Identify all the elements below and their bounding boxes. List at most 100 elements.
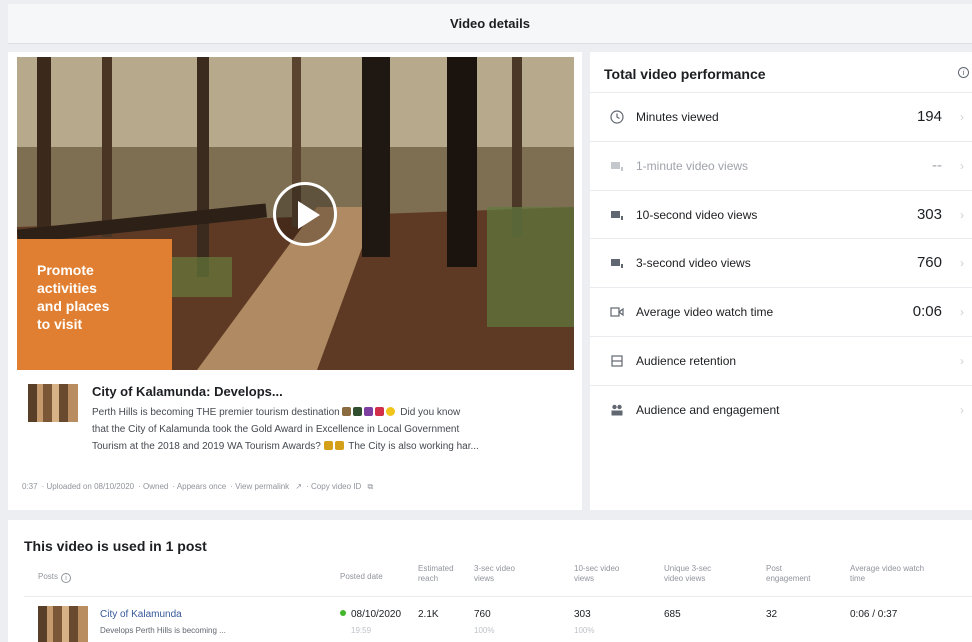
post-excerpt: Develops Perth Hills is becoming ... bbox=[100, 626, 226, 635]
ten-sec-views-pct: 100% bbox=[574, 626, 595, 635]
video-card: Promote activities and places to visit C… bbox=[8, 52, 582, 510]
col-estimated-reach[interactable]: Estimated reach bbox=[418, 564, 454, 584]
external-link-icon: ↗ bbox=[295, 482, 303, 491]
col-average-watch-time[interactable]: Average video watch time bbox=[850, 564, 924, 584]
promo-text-line: to visit bbox=[37, 316, 83, 332]
promo-overlay: Promote activities and places to visit bbox=[17, 239, 172, 370]
col-label: 3-sec video bbox=[474, 564, 515, 573]
video-player[interactable]: Promote activities and places to visit bbox=[17, 57, 574, 370]
chevron-right-icon: › bbox=[960, 110, 964, 124]
metric-10-second-views[interactable]: 10-second video views 303 › bbox=[590, 189, 972, 239]
people-icon bbox=[611, 404, 623, 416]
appears-count: Appears once bbox=[176, 482, 227, 491]
metric-label: 1-minute video views bbox=[636, 158, 749, 173]
col-label: Posts bbox=[38, 572, 59, 581]
metric-1-minute-views[interactable]: 1-minute video views -- › bbox=[590, 140, 972, 190]
page-title: Video details bbox=[450, 16, 530, 31]
metric-label: 3-second video views bbox=[636, 256, 751, 271]
col-label: Estimated bbox=[418, 564, 454, 573]
metric-audience-retention[interactable]: Audience retention › bbox=[590, 335, 972, 385]
metrics-list: Minutes viewed 194 › 1-minute video view… bbox=[590, 92, 972, 434]
published-status-dot bbox=[340, 610, 346, 616]
col-post-engagement[interactable]: Post engagement bbox=[766, 564, 810, 584]
post-engagement: 32 bbox=[766, 609, 778, 620]
metric-value: 303 bbox=[916, 205, 942, 223]
chevron-right-icon: › bbox=[960, 256, 964, 271]
emoji-icon bbox=[386, 407, 396, 416]
emoji-icon bbox=[353, 407, 363, 416]
play-icon bbox=[298, 201, 320, 229]
metric-label: Audience retention bbox=[636, 353, 737, 368]
desc-text: Perth Hills is becoming THE premier tour… bbox=[92, 407, 340, 418]
metric-value: 760 bbox=[916, 254, 942, 272]
video-duration: 0:37 bbox=[22, 482, 38, 491]
chevron-right-icon: › bbox=[960, 158, 964, 173]
emoji-icon bbox=[375, 407, 385, 416]
date-value: 08/10/2020 bbox=[351, 609, 402, 620]
copy-video-id-link[interactable]: Copy video ID bbox=[311, 482, 361, 491]
col-unique-3-sec-views[interactable]: Unique 3-sec video views bbox=[664, 564, 711, 584]
promo-text-line: and places bbox=[37, 298, 110, 314]
desc-text: Tourism at the 2018 and 2019 WA Tourism … bbox=[92, 441, 321, 452]
metric-3-second-views[interactable]: 3-second video views 760 › bbox=[590, 238, 972, 287]
clock-icon bbox=[610, 110, 624, 124]
col-10-sec-views[interactable]: 10-sec video views bbox=[574, 564, 619, 584]
col-label: reach bbox=[418, 574, 439, 583]
metric-minutes-viewed[interactable]: Minutes viewed 194 › bbox=[590, 92, 972, 141]
ownership: Owned bbox=[143, 482, 169, 491]
col-posts: Posts i bbox=[38, 572, 72, 583]
video-description: Perth Hills is becoming THE premier tour… bbox=[92, 404, 572, 455]
col-label: views bbox=[474, 574, 495, 583]
video-views-icon bbox=[611, 210, 623, 220]
col-label: Unique 3-sec bbox=[664, 564, 712, 573]
emoji-icon bbox=[342, 407, 352, 416]
post-thumbnail[interactable] bbox=[38, 606, 88, 642]
metric-value: 0:06 bbox=[912, 303, 942, 321]
metric-label: Audience and engagement bbox=[636, 402, 780, 417]
col-label: 10-sec video bbox=[574, 564, 620, 573]
trophy-icon bbox=[334, 441, 344, 450]
posts-title: This video is used in 1 post bbox=[24, 538, 207, 554]
unique-views: 685 bbox=[664, 609, 681, 620]
posts-card: This video is used in 1 post Posts i Post… bbox=[8, 520, 972, 642]
emoji-icon bbox=[364, 407, 374, 416]
video-views-icon bbox=[611, 161, 623, 171]
page-header: Video details bbox=[8, 4, 972, 44]
post-link[interactable]: City of Kalamunda bbox=[100, 609, 182, 620]
posted-time: 19:59 bbox=[351, 626, 372, 635]
video-title: City of Kalamunda: Develops... bbox=[92, 384, 283, 399]
col-label: engagement bbox=[766, 574, 811, 583]
metric-label: Average video watch time bbox=[636, 305, 774, 320]
posted-date: 08/10/2020 bbox=[340, 609, 401, 620]
promo-text-line: Promote bbox=[37, 262, 94, 278]
metric-label: 10-second video views bbox=[636, 207, 758, 222]
video-camera-icon bbox=[610, 307, 624, 317]
chevron-right-icon: › bbox=[960, 207, 964, 222]
col-3-sec-views[interactable]: 3-sec video views bbox=[474, 564, 515, 584]
estimated-reach: 2.1K bbox=[418, 609, 439, 620]
metric-average-watch-time[interactable]: Average video watch time 0:06 › bbox=[590, 287, 972, 336]
view-permalink-link[interactable]: View permalink bbox=[235, 482, 289, 491]
metric-value: 194 bbox=[916, 108, 942, 125]
info-icon[interactable]: i bbox=[958, 67, 969, 78]
three-sec-views: 760 bbox=[474, 609, 491, 620]
play-button[interactable] bbox=[273, 182, 337, 246]
ten-sec-views: 303 bbox=[574, 609, 591, 620]
performance-card: Total video performance i Minutes viewed… bbox=[590, 52, 972, 510]
trophy-icon bbox=[323, 441, 333, 450]
performance-title: Total video performance bbox=[604, 66, 766, 82]
metric-audience-engagement[interactable]: Audience and engagement › bbox=[590, 384, 972, 434]
info-icon[interactable]: i bbox=[61, 573, 72, 583]
upload-date: Uploaded on 08/10/2020 bbox=[46, 482, 135, 491]
video-views-icon bbox=[611, 259, 623, 269]
three-sec-views-pct: 100% bbox=[474, 626, 495, 635]
desc-text: Did you know bbox=[400, 407, 461, 418]
retention-icon bbox=[611, 355, 623, 367]
chevron-right-icon: › bbox=[960, 353, 964, 368]
copy-icon: ⧉ bbox=[367, 482, 374, 491]
col-posted-date[interactable]: Posted date bbox=[340, 572, 383, 582]
metric-label: Minutes viewed bbox=[636, 110, 719, 124]
col-label: video views bbox=[664, 574, 706, 583]
chevron-right-icon: › bbox=[960, 305, 964, 320]
chevron-right-icon: › bbox=[960, 402, 964, 417]
